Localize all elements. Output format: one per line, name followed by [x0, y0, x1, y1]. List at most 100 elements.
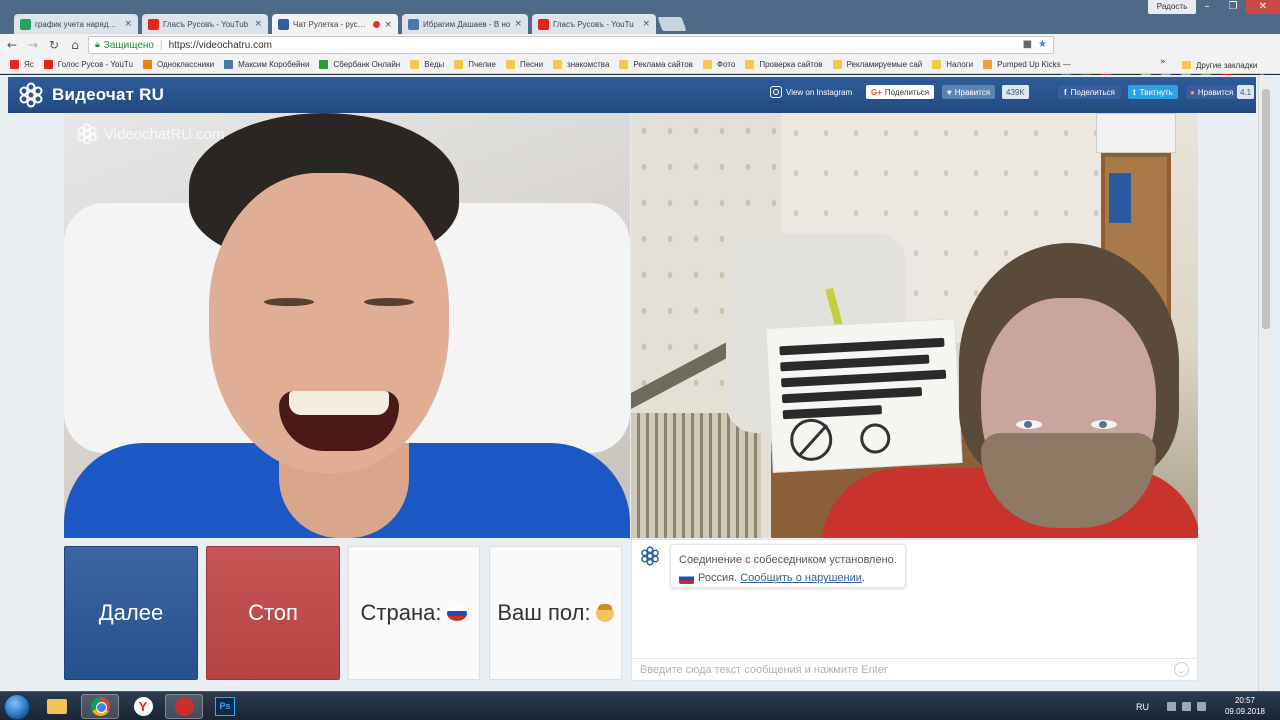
chrome-icon [90, 697, 110, 716]
taskbar-app[interactable] [165, 694, 203, 719]
tab-5-label: Гласъ Русовъ - YouTu [553, 19, 634, 29]
url-text[interactable]: https://videochatru.com [169, 40, 272, 51]
home-icon[interactable]: ⌂ [66, 38, 84, 52]
partner-country: Россия. [698, 572, 738, 584]
star-icon[interactable]: ★ [1038, 39, 1047, 50]
page-scrollbar[interactable] [1258, 75, 1272, 691]
other-bookmarks[interactable]: Другие закладки [1182, 56, 1257, 74]
tab-close-icon[interactable]: × [124, 19, 132, 29]
secure-label: Защищено [103, 39, 154, 51]
bookmarks-overflow-icon[interactable]: » [1160, 57, 1166, 67]
bookmark-label: Веды [424, 60, 445, 69]
stop-button[interactable]: Стоп [206, 546, 340, 680]
bookmark-icon [319, 60, 329, 69]
remote-video [631, 113, 1198, 538]
window-user-label[interactable]: Радость [1148, 0, 1196, 14]
bookmark-item[interactable]: Проверка сайтов [745, 60, 823, 69]
bookmark-icon [832, 60, 842, 69]
vk-like-count: 439K [1002, 85, 1029, 99]
bookmark-item[interactable]: Голос Русов - YouTu [43, 60, 133, 69]
site-brand[interactable]: Видеочат RU [52, 85, 164, 105]
bookmark-item[interactable]: Сбербанк Онлайн [319, 60, 400, 69]
twitter-button[interactable]: t Твитнуть [1128, 85, 1178, 99]
local-video: VideochatRU.com [64, 113, 630, 538]
app-icon [174, 697, 194, 716]
bookmark-item[interactable]: Налоги [932, 60, 973, 69]
language-indicator[interactable]: RU [1136, 702, 1149, 712]
ok-like-label: Нравится [1197, 87, 1234, 97]
back-arrow-icon[interactable]: ← [3, 38, 21, 52]
tab-1[interactable]: график учета нарядов - × [14, 14, 138, 34]
twitter-label: Твитнуть [1139, 87, 1173, 97]
tab-2[interactable]: Гласъ Русовъ - YouTub × [142, 14, 268, 34]
country-selector[interactable]: Страна: [348, 546, 480, 680]
chat-panel: Соединение с собеседником установлено. Р… [631, 539, 1198, 681]
bookmark-item[interactable]: Фото [702, 60, 735, 69]
scrollbar-thumb[interactable] [1262, 89, 1270, 329]
bookmark-item[interactable]: Пчелие [454, 60, 496, 69]
tab-close-icon[interactable]: × [384, 20, 392, 30]
bookmark-label: знакомства [567, 60, 610, 69]
russia-flag-icon [447, 605, 468, 621]
minimize-icon[interactable]: – [1194, 0, 1220, 14]
next-button-label: Далее [98, 600, 164, 625]
bookmark-item[interactable]: знакомства [553, 60, 609, 69]
chat-logo-icon [641, 546, 659, 566]
tab-4[interactable]: Ибрагим Дашаев - В но × [402, 14, 528, 34]
address-bar-icons: ■ ★ [1023, 39, 1047, 50]
ok-like-button[interactable]: ● Нравится [1186, 85, 1238, 99]
new-tab-button[interactable] [657, 17, 687, 31]
tab-5[interactable]: Гласъ Русовъ - YouTu × [532, 14, 656, 34]
bookmark-label: Реклама сайтов [633, 60, 693, 69]
bookmark-item[interactable]: Pumped Up Kicks — [983, 60, 1071, 69]
gender-selector[interactable]: Ваш пол: [489, 546, 622, 680]
message-input[interactable]: Введите сюда текст сообщения и нажмите E… [632, 658, 1197, 680]
next-button[interactable]: Далее [64, 546, 198, 680]
instagram-button[interactable]: View on Instagram [770, 85, 852, 99]
instagram-label: View on Instagram [786, 87, 853, 97]
message-input-placeholder: Введите сюда текст сообщения и нажмите E… [640, 663, 888, 676]
taskbar-photoshop[interactable]: Ps [206, 694, 244, 719]
vk-like-button[interactable]: ♥ Нравится [942, 85, 996, 99]
address-bar[interactable]: 🔒︎ Защищено | https://videochatru.com ■ … [88, 36, 1054, 54]
bookmark-icon [43, 60, 53, 69]
camera-icon[interactable]: ■ [1023, 39, 1032, 50]
reload-icon[interactable]: ↻ [45, 38, 63, 52]
russia-flag-icon [679, 572, 694, 584]
bookmarks-bar: Яс Голос Русов - YouTu Одноклассники Максим… [0, 56, 1280, 74]
system-tray: RU [1136, 692, 1212, 720]
tab-close-icon[interactable]: × [254, 19, 262, 29]
report-violation-link[interactable]: Сообщить о нарушении [740, 572, 862, 584]
network-icon[interactable] [1182, 702, 1191, 711]
forward-arrow-icon[interactable]: → [24, 38, 42, 52]
start-button[interactable] [4, 694, 30, 720]
taskbar-yandex[interactable]: Y [124, 694, 162, 719]
bookmark-item[interactable]: Яс [10, 60, 34, 69]
tray-icon[interactable] [1167, 702, 1176, 711]
tab-close-icon[interactable]: × [514, 19, 522, 29]
clock[interactable]: 20:57 09.09.2018 [1222, 695, 1268, 717]
maximize-icon[interactable]: ❐ [1220, 0, 1246, 14]
bookmark-item[interactable]: Веды [410, 60, 444, 69]
logo-icon [19, 82, 43, 108]
video-person-eye [264, 298, 314, 306]
close-window-icon[interactable]: ✕ [1246, 0, 1280, 14]
bookmark-item[interactable]: Песни [505, 60, 543, 69]
photoshop-icon: Ps [215, 697, 235, 716]
bookmark-item[interactable]: Реклама сайтов [619, 60, 693, 69]
taskbar-chrome[interactable] [81, 694, 119, 719]
bookmark-item[interactable]: Максим Коробейни [224, 60, 309, 69]
ok-icon: ● [1190, 87, 1195, 97]
taskbar-explorer[interactable] [38, 694, 76, 719]
tab-close-icon[interactable]: × [642, 19, 650, 29]
google-share-button[interactable]: G+ Поделиться [866, 85, 935, 99]
facebook-icon: f [1064, 87, 1067, 97]
tab-3-active[interactable]: Чат Рулетка - русски × [272, 14, 398, 35]
bookmark-icon [224, 60, 234, 69]
video-handwritten-sign [765, 318, 963, 473]
bookmark-item[interactable]: Одноклассники [142, 60, 214, 69]
volume-icon[interactable] [1197, 702, 1206, 711]
facebook-share-button[interactable]: f Поделиться [1058, 85, 1121, 99]
emoji-icon[interactable] [1174, 662, 1189, 677]
bookmark-item[interactable]: Рекламируемые сай [832, 60, 922, 69]
